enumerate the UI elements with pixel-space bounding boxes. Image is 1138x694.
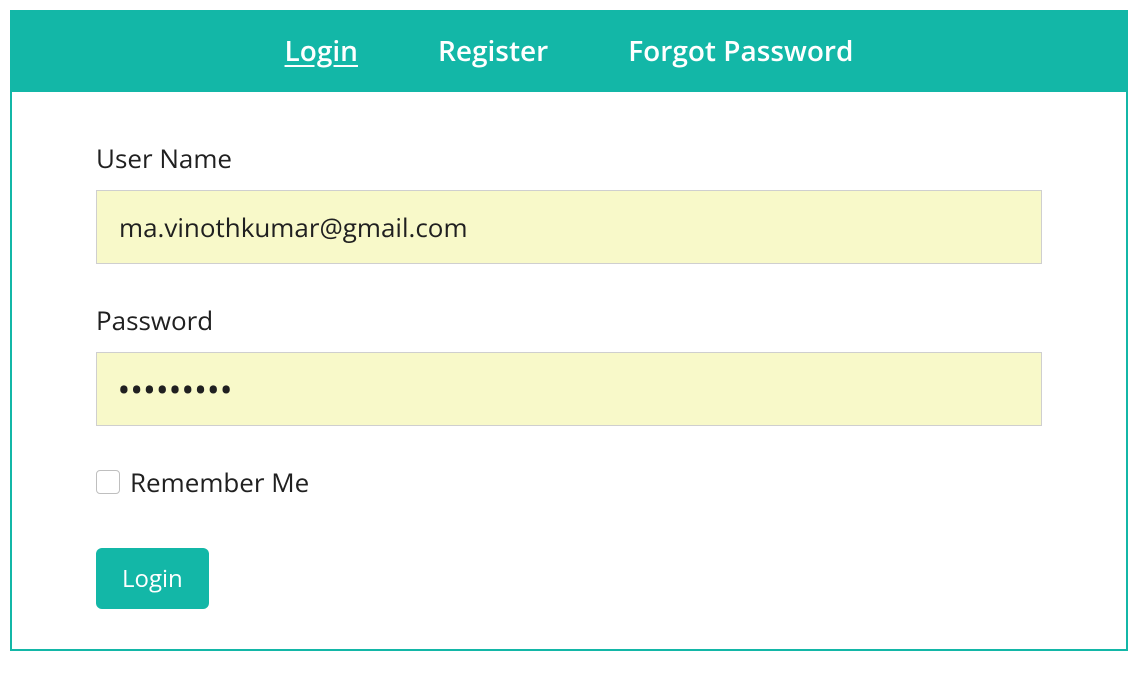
tab-register[interactable]: Register (438, 32, 548, 70)
login-form: User Name Password Remember Me Login (12, 92, 1126, 649)
login-card: Login Register Forgot Password User Name… (10, 10, 1128, 651)
username-group: User Name (96, 140, 1042, 264)
password-group: Password (96, 302, 1042, 426)
password-input[interactable] (96, 352, 1042, 426)
tab-bar: Login Register Forgot Password (12, 12, 1126, 92)
remember-checkbox[interactable] (96, 470, 120, 494)
tab-login[interactable]: Login (285, 32, 358, 70)
remember-label: Remember Me (130, 464, 309, 500)
username-label: User Name (96, 140, 1042, 176)
password-label: Password (96, 302, 1042, 338)
username-input[interactable] (96, 190, 1042, 264)
tab-forgot-password[interactable]: Forgot Password (628, 32, 853, 70)
remember-row: Remember Me (96, 464, 1042, 500)
login-button[interactable]: Login (96, 548, 209, 609)
